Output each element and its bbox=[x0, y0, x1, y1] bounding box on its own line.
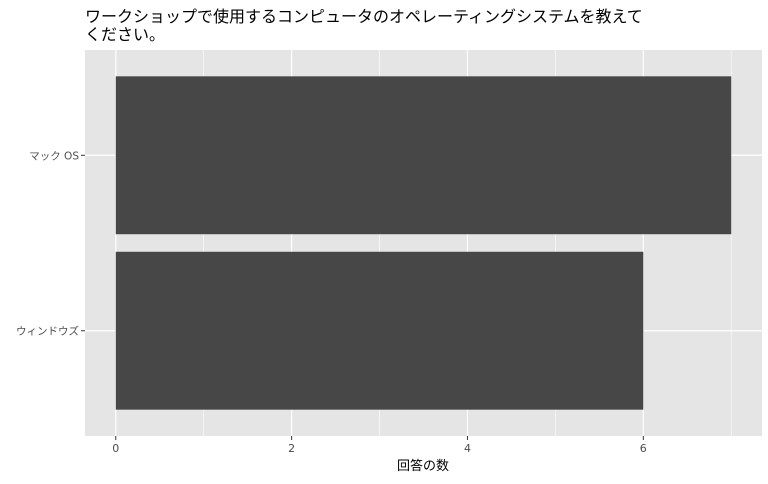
bar-2 bbox=[115, 251, 644, 410]
x-tick-label: 0 bbox=[112, 442, 119, 455]
bar-1 bbox=[115, 76, 732, 235]
y-tick-label: ウィンドウズ bbox=[16, 325, 79, 338]
bar-chart: ワークショップで使用するコンピュータのオペレーティングシステムを教えて ください… bbox=[16, 7, 762, 474]
chart-title-line-1: ワークショップで使用するコンピュータのオペレーティングシステムを教えて bbox=[85, 7, 643, 26]
x-tick-label: 2 bbox=[288, 442, 295, 455]
x-axis-title: 回答の数 bbox=[397, 458, 449, 474]
chart-title-line-2: ください。 bbox=[85, 25, 165, 44]
y-tick-label: マック OS bbox=[29, 150, 79, 162]
x-tick-label: 4 bbox=[464, 442, 471, 455]
x-tick-label: 6 bbox=[640, 442, 647, 455]
